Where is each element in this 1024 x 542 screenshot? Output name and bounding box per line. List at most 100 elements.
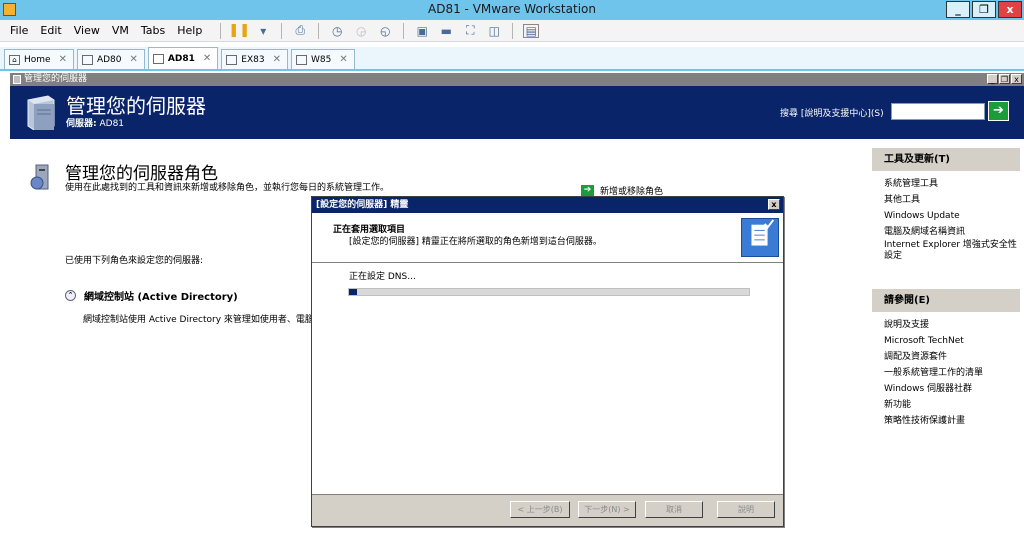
wizard-step-description: [設定您的伺服器] 精靈正在將所選取的角色新增到這台伺服器。: [349, 237, 602, 247]
guest-close-button[interactable]: x: [1011, 74, 1022, 84]
menu-vm[interactable]: VM: [112, 24, 129, 37]
menu-help[interactable]: Help: [177, 24, 202, 37]
close-icon[interactable]: ✕: [339, 54, 347, 65]
dropdown-arrow-icon[interactable]: ▾: [255, 24, 271, 38]
link-server-community[interactable]: Windows 伺服器社群: [884, 381, 1020, 397]
server-name-line: 伺服器: AD81: [66, 116, 124, 129]
home-icon: ⌂: [9, 54, 20, 65]
console-view-icon[interactable]: ▬: [438, 24, 454, 38]
tab-label: EX83: [241, 54, 265, 65]
snapshot-manager-icon[interactable]: ◵: [377, 24, 393, 38]
guest-restore-button[interactable]: ❐: [999, 74, 1010, 84]
toolbar-divider: [512, 22, 514, 39]
close-icon[interactable]: ✕: [273, 54, 281, 65]
guest-window-title: 管理您的伺服器: [24, 74, 88, 84]
thumbnail-bar-icon[interactable]: ▤: [523, 23, 540, 38]
banner-title: 管理您的伺服器: [66, 94, 206, 118]
server-icon: [13, 75, 21, 84]
manage-server-banner: 管理您的伺服器 伺服器: AD81 搜尋 [說明及支援中心](S) ➔: [10, 86, 1024, 139]
link-computer-domain-info[interactable]: 電腦及網域名稱資訊: [884, 224, 1020, 240]
unity-icon[interactable]: ◫: [486, 24, 502, 38]
vm-tab-bar: ⌂ Home ✕ AD80 ✕ AD81 ✕ EX83 ✕ W85 ✕: [0, 47, 1024, 71]
tab-label: AD80: [96, 54, 122, 65]
next-button[interactable]: 下一步(N) >: [578, 501, 636, 518]
link-admin-task-list[interactable]: 一般系統管理工作的清單: [884, 365, 1020, 381]
link-whats-new[interactable]: 新功能: [884, 397, 1020, 413]
wizard-header: 正在套用選取項目 [設定您的伺服器] 精靈正在將所選取的角色新增到這台伺服器。: [312, 213, 783, 263]
tab-home[interactable]: ⌂ Home ✕: [4, 49, 74, 69]
menu-tabs[interactable]: Tabs: [141, 24, 165, 37]
vmware-titlebar: AD81 - VMware Workstation _ ❐ x: [0, 0, 1024, 20]
snapshot-icon[interactable]: ◷: [329, 24, 345, 38]
close-icon[interactable]: ✕: [59, 54, 67, 65]
link-help-support[interactable]: 說明及支援: [884, 317, 1020, 333]
library-view-icon[interactable]: ▣: [414, 24, 430, 38]
server-roles-icon: [30, 164, 49, 190]
help-button[interactable]: 說明: [717, 501, 775, 518]
tab-label: W85: [310, 54, 332, 65]
wizard-titlebar: [設定您的伺服器] 精靈 x: [312, 197, 783, 213]
role-domain-controller[interactable]: ⌃ 網域控制站 (Active Directory): [65, 288, 238, 303]
menu-edit[interactable]: Edit: [40, 24, 61, 37]
role-description: 網域控制站使用 Active Directory 來管理如使用者、電腦: [83, 315, 312, 325]
window-controls: _ ❐ x: [946, 1, 1022, 18]
menu-bar: File Edit View VM Tabs Help ❚❚ ▾ ⎙ ◷ ◶ ◵…: [0, 20, 1024, 42]
tools-updates-panel: 工具及更新(T) 系統管理工具 其他工具 Windows Update 電腦及網…: [872, 148, 1020, 262]
green-arrow-icon: ➔: [581, 185, 594, 196]
tab-ad81[interactable]: AD81 ✕: [147, 47, 219, 69]
see-also-heading[interactable]: 請參閱(E): [872, 289, 1020, 312]
search-input[interactable]: [891, 103, 985, 120]
toolbar-divider: [318, 22, 320, 39]
guest-window-controls: _ ❐ x: [987, 74, 1022, 84]
link-deployment-kits[interactable]: 調配及資源套件: [884, 349, 1020, 365]
collapse-chevron-icon[interactable]: ⌃: [65, 290, 76, 301]
roles-description: 使用在此處找到的工具和資訊來新增或移除角色，並執行您每日的系統管理工作。: [65, 183, 390, 193]
wizard-body: 正在設定 DNS...: [312, 263, 783, 495]
wizard-checklist-icon: [741, 218, 779, 257]
tools-updates-heading[interactable]: 工具及更新(T): [872, 148, 1020, 171]
guest-window-titlebar: 管理您的伺服器 _ ❐ x: [10, 73, 1024, 86]
progress-bar: [348, 288, 750, 296]
vm-icon: [152, 53, 164, 64]
close-icon[interactable]: ✕: [130, 54, 138, 65]
link-technet[interactable]: Microsoft TechNet: [884, 333, 1020, 349]
pause-icon[interactable]: ❚❚: [228, 23, 250, 38]
minimize-button[interactable]: _: [946, 1, 970, 18]
link-other-tools[interactable]: 其他工具: [884, 192, 1020, 208]
menu-file[interactable]: File: [10, 24, 28, 37]
tab-label: AD81: [167, 53, 195, 64]
link-security-program[interactable]: 策略性技術保護計畫: [884, 413, 1020, 429]
close-button[interactable]: x: [998, 1, 1022, 18]
vm-icon: [226, 54, 238, 65]
link-windows-update[interactable]: Windows Update: [884, 208, 1020, 224]
role-title: 網域控制站 (Active Directory): [84, 292, 238, 303]
wizard-close-button[interactable]: x: [768, 199, 780, 210]
wizard-button-row: < 上一步(B) 下一步(N) > 取消 說明: [312, 495, 783, 526]
back-button[interactable]: < 上一步(B): [510, 501, 570, 518]
tab-ad80[interactable]: AD80 ✕: [76, 49, 145, 69]
tab-ex83[interactable]: EX83 ✕: [221, 49, 288, 69]
server-label: 伺服器:: [66, 119, 97, 129]
configured-roles-text: 已使用下列角色來設定您的伺服器:: [65, 256, 204, 266]
tab-label: Home: [24, 54, 51, 65]
search-go-arrow-icon[interactable]: ➔: [988, 101, 1009, 121]
guest-minimize-button[interactable]: _: [987, 74, 998, 84]
link-ie-esc[interactable]: Internet Explorer 增強式安全性設定: [884, 240, 1020, 262]
toolbar-divider: [220, 22, 222, 39]
link-admin-tools[interactable]: 系統管理工具: [884, 176, 1020, 192]
close-icon[interactable]: ✕: [203, 53, 211, 64]
menu-view[interactable]: View: [74, 24, 100, 37]
full-screen-icon[interactable]: ⛶: [462, 23, 478, 38]
see-also-panel: 請參閱(E) 說明及支援 Microsoft TechNet 調配及資源套件 一…: [872, 289, 1020, 429]
toolbar-divider: [403, 22, 405, 39]
revert-snapshot-icon[interactable]: ◶: [353, 24, 369, 38]
server-name: AD81: [99, 119, 125, 129]
configure-server-wizard: [設定您的伺服器] 精靈 x 正在套用選取項目 [設定您的伺服器] 精靈正在將所…: [311, 196, 784, 527]
cancel-button[interactable]: 取消: [645, 501, 703, 518]
tab-w85[interactable]: W85 ✕: [290, 49, 355, 69]
search-label: 搜尋 [說明及支援中心](S): [780, 109, 884, 119]
send-ctrl-alt-del-icon[interactable]: ⎙: [292, 23, 308, 38]
vm-icon: [295, 54, 307, 65]
restore-button[interactable]: ❐: [972, 1, 996, 18]
server-icon: [27, 95, 55, 130]
